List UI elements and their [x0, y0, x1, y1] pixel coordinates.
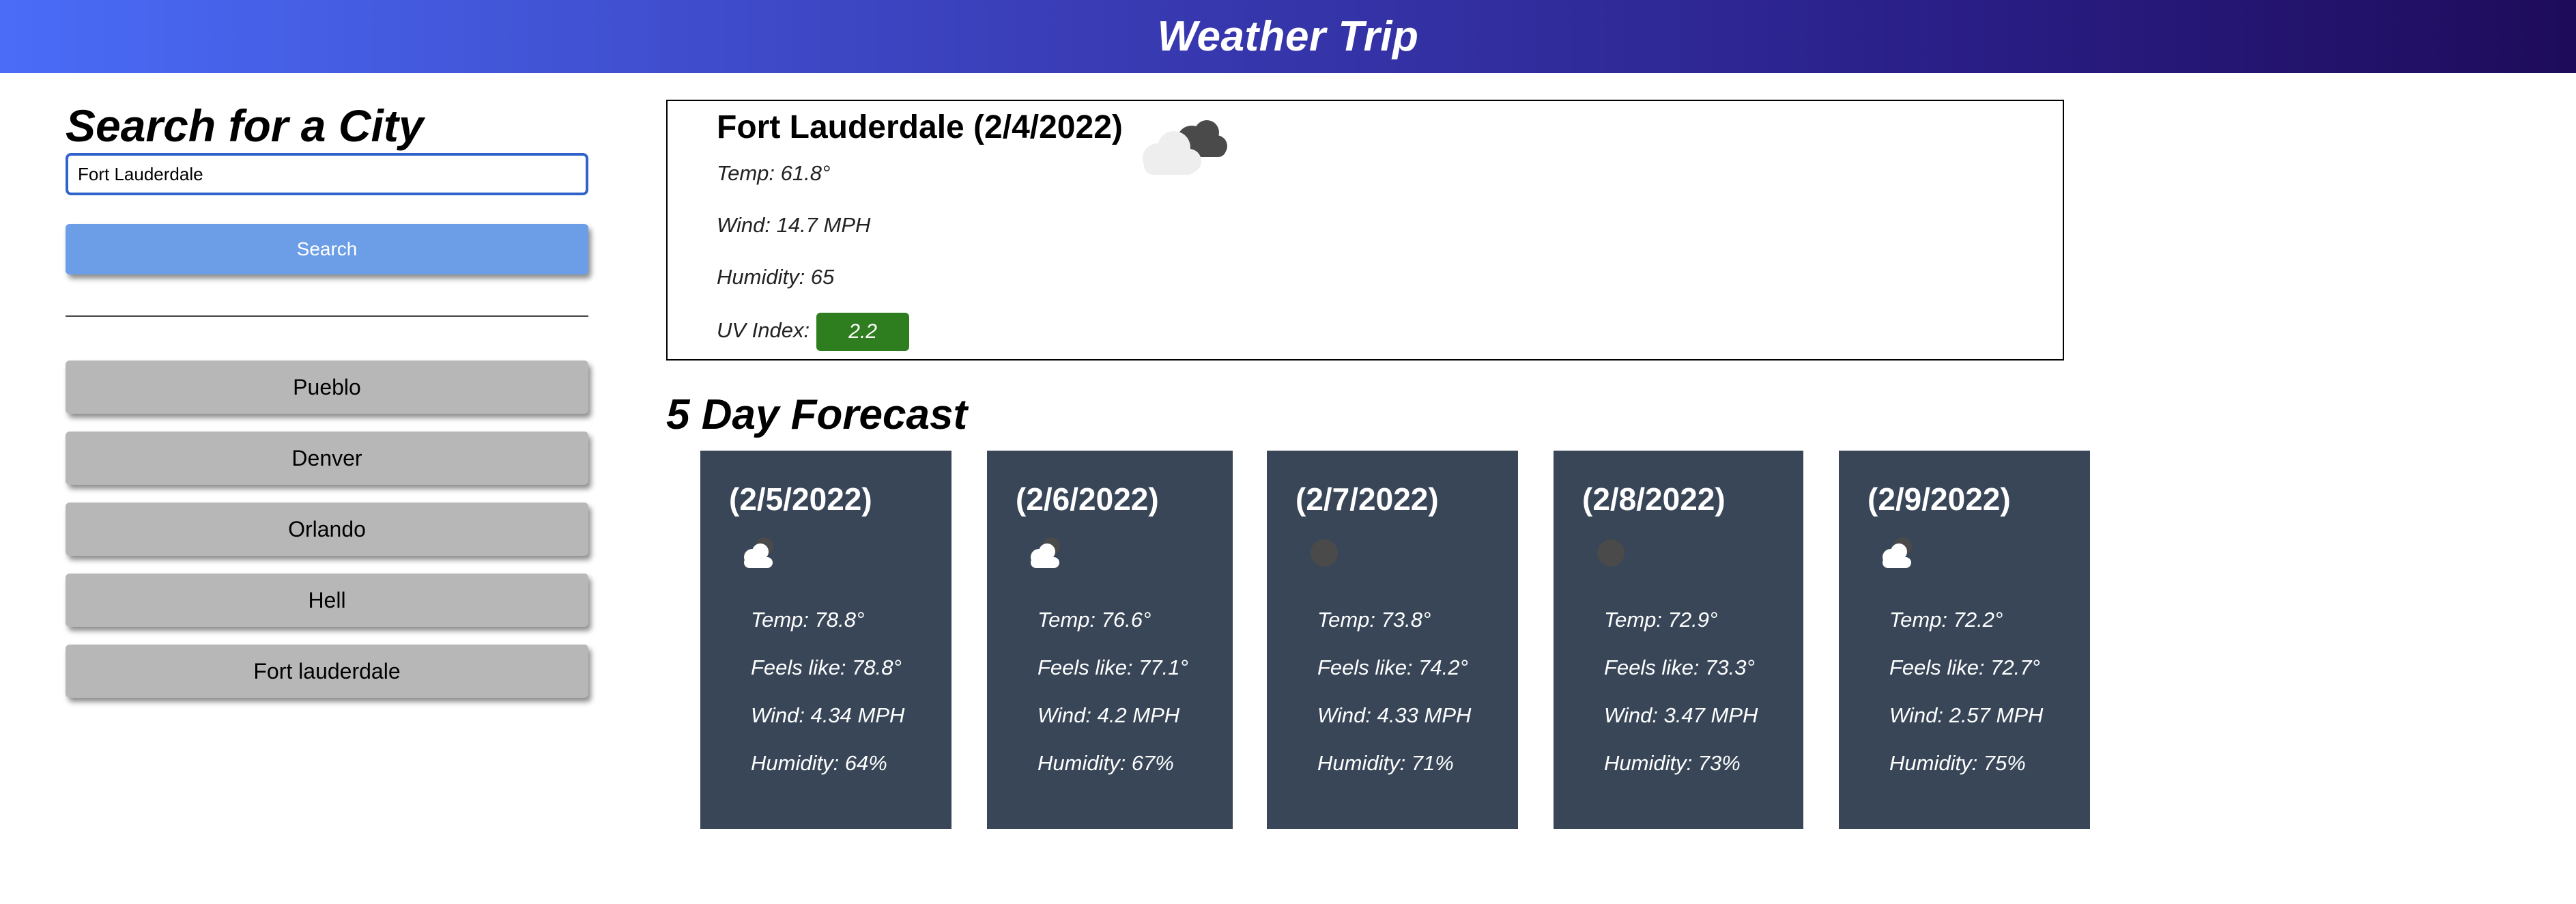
partly-cloudy-icon	[1031, 537, 1060, 568]
city-search-input[interactable]	[66, 153, 588, 195]
forecast-card-day-5: (2/9/2022) Temp: 72.2° Feels like: 72.7°…	[1839, 451, 2090, 829]
forecast-temp: Temp: 76.6°	[1037, 608, 1151, 632]
forecast-date: (2/5/2022)	[729, 481, 872, 517]
search-button[interactable]: Search	[66, 224, 588, 274]
history-button-orlando[interactable]: Orlando	[66, 503, 588, 556]
forecast-feels-like: Feels like: 72.7°	[1889, 655, 2040, 679]
overcast-icon	[1597, 539, 1625, 567]
forecast-feels-like: Feels like: 78.8°	[751, 655, 902, 679]
forecast-feels-like: Feels like: 73.3°	[1604, 655, 1755, 679]
clouds-icon	[1143, 120, 1227, 175]
current-humidity: Humidity: 65	[717, 265, 835, 289]
forecast-wind: Wind: 3.47 MPH	[1604, 703, 1758, 727]
forecast-card-day-1: (2/5/2022) Temp: 78.8° Feels like: 78.8°…	[700, 451, 951, 829]
current-temp: Temp: 61.8°	[717, 161, 831, 185]
forecast-date: (2/8/2022)	[1582, 481, 1726, 517]
forecast-card-day-4: (2/8/2022) Temp: 72.9° Feels like: 73.3°…	[1554, 451, 1803, 829]
current-wind: Wind: 14.7 MPH	[717, 213, 871, 237]
partly-cloudy-icon	[1883, 537, 1912, 568]
forecast-date: (2/9/2022)	[1867, 481, 2011, 517]
app-title: Weather Trip	[1157, 13, 1419, 60]
current-city-title: Fort Lauderdale (2/4/2022)	[717, 109, 1123, 145]
forecast-card-day-3: (2/7/2022) Temp: 73.8° Feels like: 74.2°…	[1267, 451, 1518, 829]
history-button-denver[interactable]: Denver	[66, 432, 588, 485]
forecast-date: (2/6/2022)	[1016, 481, 1159, 517]
forecast-wind: Wind: 4.2 MPH	[1037, 703, 1180, 727]
partly-cloudy-icon	[744, 537, 773, 568]
forecast-temp: Temp: 72.2°	[1889, 608, 2003, 632]
search-history-list: Pueblo Denver Orlando Hell Fort lauderda…	[66, 361, 588, 698]
current-weather-card: Fort Lauderdale (2/4/2022) Temp: 61.8° W…	[666, 100, 2064, 361]
search-panel: Search for a City Search Pueblo Denver O…	[66, 100, 588, 716]
forecast-humidity: Humidity: 75%	[1889, 751, 2026, 775]
history-button-pueblo[interactable]: Pueblo	[66, 361, 588, 414]
divider	[66, 315, 588, 317]
forecast-humidity: Humidity: 64%	[751, 751, 887, 775]
current-uv-row: UV Index: 2.2	[717, 313, 910, 351]
forecast-humidity: Humidity: 73%	[1604, 751, 1741, 775]
forecast-temp: Temp: 78.8°	[751, 608, 865, 632]
history-button-hell[interactable]: Hell	[66, 574, 588, 627]
forecast-feels-like: Feels like: 77.1°	[1037, 655, 1188, 679]
forecast-temp: Temp: 73.8°	[1317, 608, 1431, 632]
forecast-humidity: Humidity: 67%	[1037, 751, 1174, 775]
forecast-card-day-2: (2/6/2022) Temp: 76.6° Feels like: 77.1°…	[987, 451, 1233, 829]
search-heading: Search for a City	[66, 100, 424, 151]
uv-index-label: UV Index:	[717, 318, 810, 343]
forecast-wind: Wind: 2.57 MPH	[1889, 703, 2044, 727]
forecast-feels-like: Feels like: 74.2°	[1317, 655, 1468, 679]
forecast-heading: 5 Day Forecast	[666, 391, 968, 438]
app-header: Weather Trip	[0, 0, 2576, 73]
forecast-wind: Wind: 4.33 MPH	[1317, 703, 1472, 727]
forecast-date: (2/7/2022)	[1296, 481, 1439, 517]
overcast-icon	[1311, 539, 1338, 567]
forecast-humidity: Humidity: 71%	[1317, 751, 1454, 775]
forecast-temp: Temp: 72.9°	[1604, 608, 1718, 632]
history-button-fort-lauderdale[interactable]: Fort lauderdale	[66, 645, 588, 698]
uv-index-badge: 2.2	[816, 313, 910, 351]
forecast-wind: Wind: 4.34 MPH	[751, 703, 905, 727]
